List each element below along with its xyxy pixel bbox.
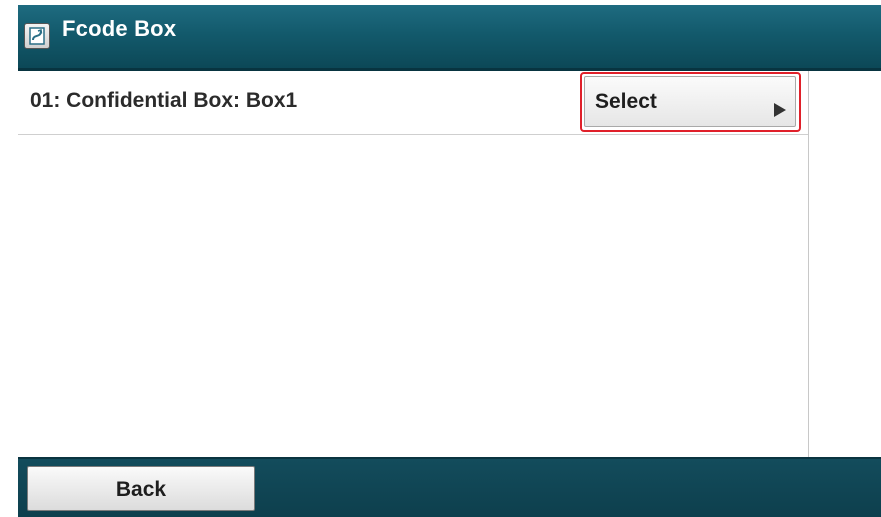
title-bar: Fcode Box	[18, 5, 881, 71]
back-button[interactable]: Back	[27, 466, 255, 511]
list-item: 01: Confidential Box: Box1 Select	[18, 71, 808, 135]
page-title: Fcode Box	[62, 16, 177, 41]
bottom-bar: Back	[18, 457, 881, 517]
screen: Fcode Box 01: Confidential Box: Box1 Sel…	[0, 0, 881, 517]
triangle-right-icon	[774, 103, 786, 117]
back-button-label: Back	[115, 478, 167, 501]
fcode-box-icon	[24, 23, 50, 49]
list-area: 01: Confidential Box: Box1 Select	[18, 71, 809, 457]
list-item-label: 01: Confidential Box: Box1	[30, 89, 298, 112]
select-button-label: Select	[595, 90, 657, 113]
right-panel	[809, 71, 881, 457]
select-button[interactable]: Select	[584, 76, 796, 127]
